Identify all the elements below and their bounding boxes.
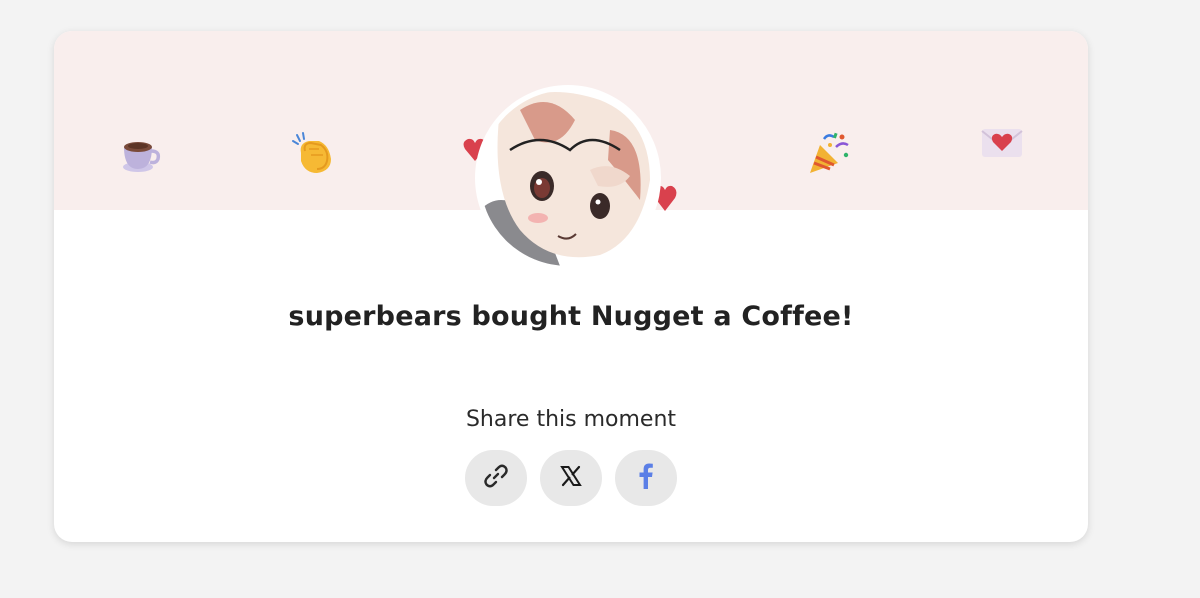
share-facebook-button[interactable] [615, 450, 677, 506]
link-icon [482, 462, 510, 494]
love-letter-icon [980, 125, 1024, 165]
share-buttons [465, 450, 677, 506]
share-label: Share this moment [465, 407, 677, 432]
support-message-title: superbears bought Nugget a Coffee! [288, 301, 854, 332]
support-card: superbears bought Nugget a Coffee! Share… [54, 31, 1088, 542]
copy-link-button[interactable] [465, 450, 527, 506]
x-logo-icon [559, 464, 583, 492]
party-popper-icon [806, 131, 852, 181]
share-x-button[interactable] [540, 450, 602, 506]
coffee-cup-icon [118, 131, 162, 179]
clapping-hands-icon [289, 131, 337, 179]
supporter-avatar [475, 85, 661, 271]
facebook-logo-icon [638, 463, 654, 493]
